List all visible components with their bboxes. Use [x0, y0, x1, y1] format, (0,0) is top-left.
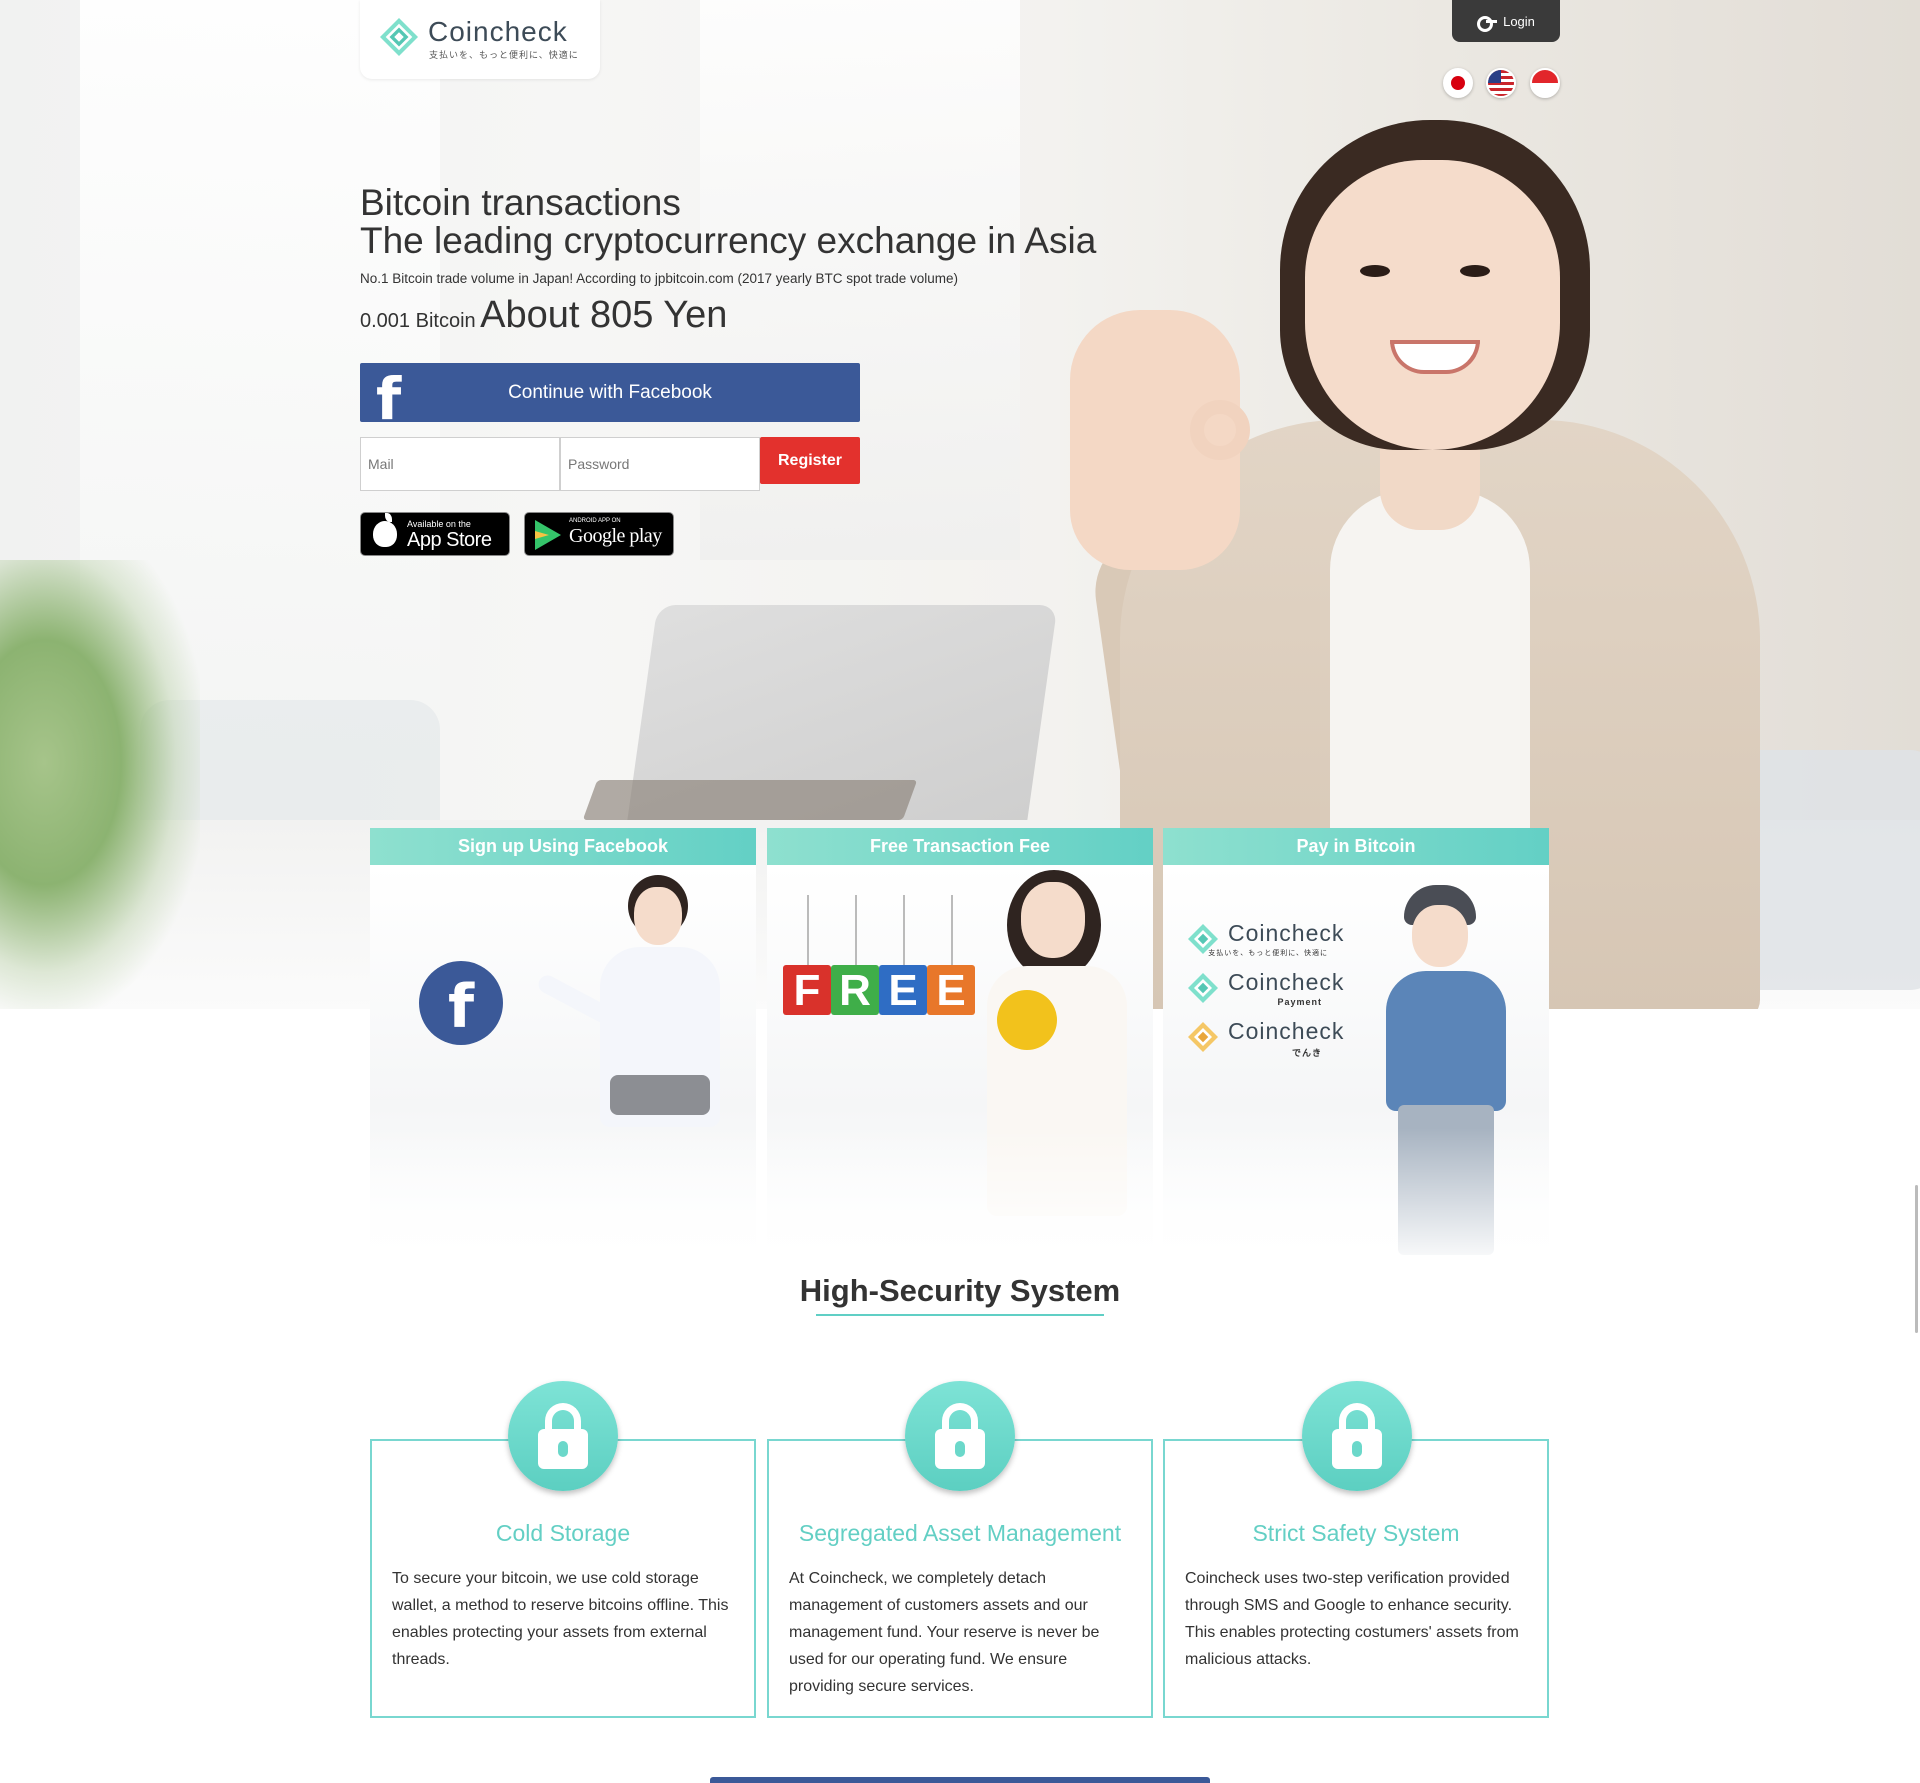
hero-subtitle: No.1 Bitcoin trade volume in Japan! Acco…	[360, 271, 959, 286]
facebook-circle-icon: f	[419, 961, 503, 1045]
yellow-wallet	[997, 990, 1057, 1050]
feature-card-pay-bitcoin: Pay in Bitcoin Coincheck 支払いを、もっと便利に、快適に…	[1163, 828, 1549, 1268]
coincheck-logo-icon	[1188, 973, 1218, 1003]
indonesia-flag-icon[interactable]	[1530, 68, 1560, 98]
scrollbar[interactable]	[1915, 1185, 1918, 1333]
fade-overlay	[1163, 1128, 1549, 1268]
brand-name: Coincheck	[1228, 1018, 1345, 1044]
security-card-title: Strict Safety System	[1252, 1520, 1460, 1546]
register-button[interactable]: Register	[760, 437, 860, 484]
security-card-text: Coincheck uses two-step verification pro…	[1185, 1570, 1519, 1668]
continue-with-facebook-button[interactable]: f Continue with Facebook	[360, 363, 860, 422]
string	[903, 895, 905, 965]
brand-name: Coincheck	[1228, 920, 1345, 946]
brand-sub: 支払いを、もっと便利に、快適に	[1208, 950, 1328, 957]
mail-input[interactable]	[360, 437, 560, 491]
fade-overlay	[767, 1128, 1153, 1268]
brand-sub: でんき	[1291, 1048, 1322, 1058]
string	[951, 895, 953, 965]
feature-card-free-fee: Free Transaction Fee F R E E	[767, 828, 1153, 1268]
security-card-text: To secure your bitcoin, we use cold stor…	[392, 1570, 729, 1668]
bottom-facebook-button-edge[interactable]	[710, 1777, 1210, 1783]
price-value: About 805 Yen	[480, 294, 728, 336]
free-letter: F	[783, 965, 831, 1015]
face	[1305, 160, 1560, 450]
plant	[0, 560, 200, 1009]
price-amount: 0.001 Bitcoin	[360, 310, 476, 332]
appstore-small-label: Available on the	[407, 519, 471, 529]
coincheck-denki-logo-icon	[1188, 1022, 1218, 1052]
title-underline	[816, 1314, 1104, 1316]
eye	[1360, 265, 1390, 277]
google-play-icon	[535, 520, 561, 550]
free-letter: E	[879, 965, 927, 1015]
security-card-title: Cold Storage	[495, 1520, 631, 1546]
denim-shirt	[1386, 971, 1506, 1111]
usa-flag-icon[interactable]	[1486, 68, 1516, 98]
skirt	[610, 1075, 710, 1115]
face	[634, 887, 682, 945]
security-card-text: At Coincheck, we completely detach manag…	[789, 1570, 1100, 1695]
password-input[interactable]	[560, 437, 760, 491]
coincheck-logo-icon	[380, 18, 418, 56]
hero-title-line2: The leading cryptocurrency exchange in A…	[360, 220, 1097, 261]
googleplay-big-label: Google play	[569, 525, 662, 547]
login-label: Login	[1503, 13, 1535, 29]
free-sign: F R E E	[783, 895, 975, 1025]
brand-name: Coincheck	[1228, 969, 1345, 995]
free-letter: R	[831, 965, 879, 1015]
japan-flag-icon[interactable]	[1443, 68, 1473, 98]
facebook-button-label: Continue with Facebook	[508, 382, 712, 403]
ok-gesture	[1190, 400, 1250, 460]
btc-price: 0.001 Bitcoin About 805 Yen	[360, 294, 727, 337]
feature-title: Free Transaction Fee	[767, 828, 1153, 865]
lock-icon	[1302, 1381, 1412, 1491]
security-card-title: Segregated Asset Management	[798, 1520, 1122, 1546]
feature-title: Sign up Using Facebook	[370, 828, 756, 865]
hero-title: Bitcoin transactions	[360, 182, 681, 223]
googleplay-small-label: ANDROID APP ON	[569, 518, 621, 524]
logo[interactable]: Coincheck 支払いを、もっと便利に、快適に	[360, 0, 600, 79]
string	[855, 895, 857, 965]
lock-body	[935, 1429, 985, 1469]
string	[807, 895, 809, 965]
feature-card-facebook: Sign up Using Facebook f	[370, 828, 756, 1268]
lock-body	[1332, 1429, 1382, 1469]
app-store-badge[interactable]: Available on the App Store	[360, 512, 510, 556]
face	[1412, 905, 1468, 967]
lock-icon	[905, 1381, 1015, 1491]
security-section-title: High-Security System	[799, 1273, 1121, 1308]
brand-name: Coincheck	[428, 16, 568, 47]
key-icon	[1477, 15, 1498, 32]
fade-overlay	[370, 1128, 756, 1268]
google-play-badge[interactable]: ANDROID APP ON Google play	[524, 512, 674, 556]
eye	[1460, 265, 1490, 277]
login-button[interactable]: Login	[1452, 0, 1560, 42]
appstore-big-label: App Store	[407, 529, 492, 551]
apple-icon	[373, 513, 397, 547]
brand-sub: Payment	[1277, 997, 1322, 1007]
face	[1021, 882, 1085, 958]
lock-icon	[508, 1381, 618, 1491]
lock-body	[538, 1429, 588, 1469]
feature-title: Pay in Bitcoin	[1163, 828, 1549, 865]
laptop-base	[582, 780, 918, 820]
brand-tagline: 支払いを、もっと便利に、快適に	[429, 50, 579, 60]
